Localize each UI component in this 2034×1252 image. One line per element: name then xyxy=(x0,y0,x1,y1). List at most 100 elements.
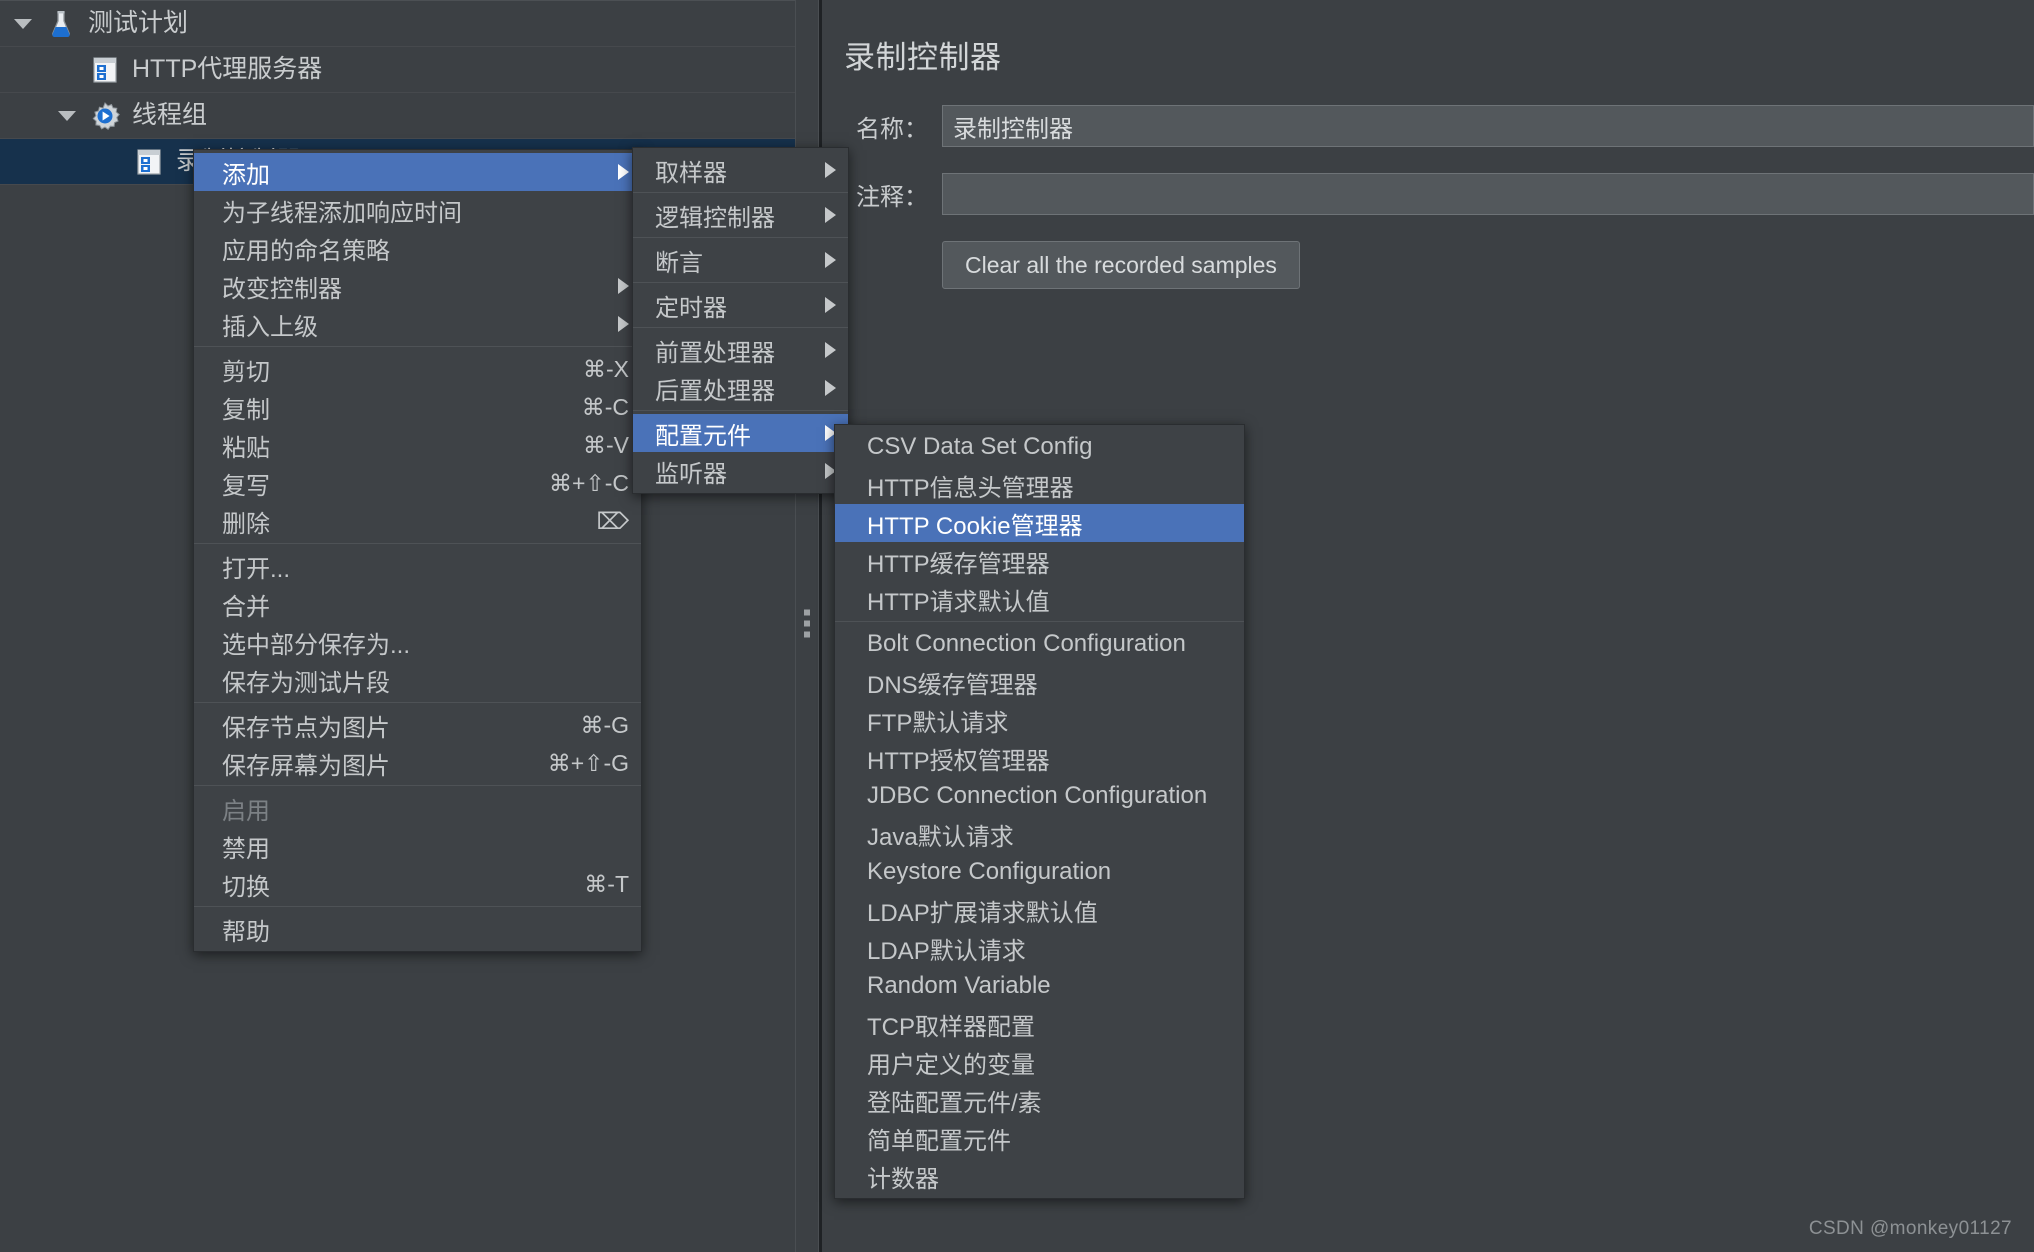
menu-item-复写[interactable]: 复写 ⌘+⇧-C xyxy=(194,464,641,502)
menu-item-label: 应用的命名策略 xyxy=(222,237,390,265)
menu-item-插入上级[interactable]: 插入上级 xyxy=(194,305,641,343)
menu-item-csv-data-set-config[interactable]: CSV Data Set Config xyxy=(835,428,1244,466)
menu-item-监听器[interactable]: 监听器 xyxy=(633,452,848,490)
node-context-menu[interactable]: 添加 为子线程添加响应时间 应用的命名策略 改变控制器 插入上级 剪切 ⌘-X 复制 ⌘-C 粘贴… xyxy=(193,149,642,952)
flask-icon xyxy=(46,9,76,39)
menu-item-帮助[interactable]: 帮助 xyxy=(194,910,641,948)
menu-item-配置元件[interactable]: 配置元件 xyxy=(633,414,848,452)
menu-section: 启用禁用 切换 ⌘-T xyxy=(194,786,641,907)
menu-item-label: 复写 xyxy=(222,472,270,500)
menu-item-http-cookie管理器[interactable]: HTTP Cookie管理器 xyxy=(835,504,1244,542)
menu-item-禁用[interactable]: 禁用 xyxy=(194,827,641,865)
menu-item-tcp取样器配置[interactable]: TCP取样器配置 xyxy=(835,1005,1244,1043)
menu-item-添加[interactable]: 添加 xyxy=(194,153,641,191)
menu-item-label: 登陆配置元件/素 xyxy=(867,1089,1042,1117)
menu-item-label: LDAP默认请求 xyxy=(867,937,1026,965)
menu-item-label: 保存屏幕为图片 xyxy=(222,752,390,780)
menu-item-dns缓存管理器[interactable]: DNS缓存管理器 xyxy=(835,663,1244,701)
menu-section: CSV Data Set Config HTTP信息头管理器 HTTP Cookie… xyxy=(835,425,1244,622)
menu-item-简单配置元件[interactable]: 简单配置元件 xyxy=(835,1119,1244,1157)
submenu-arrow-icon xyxy=(825,252,836,268)
menu-item-shortcut: ⌘+⇧-G xyxy=(547,749,629,776)
menu-item-合并[interactable]: 合并 xyxy=(194,585,641,623)
http-proxy-icon xyxy=(90,55,120,85)
menu-item-改变控制器[interactable]: 改变控制器 xyxy=(194,267,641,305)
menu-item-label: 监听器 xyxy=(655,460,727,488)
menu-item-shortcut: ⌦ xyxy=(596,507,629,534)
comment-label: 注释： xyxy=(856,183,928,211)
menu-item-选中部分保存为-[interactable]: 选中部分保存为... xyxy=(194,623,641,661)
menu-item-定时器[interactable]: 定时器 xyxy=(633,286,848,324)
splitter-grip-icon[interactable] xyxy=(804,609,810,643)
config-element-submenu[interactable]: CSV Data Set Config HTTP信息头管理器 HTTP Cookie… xyxy=(834,424,1245,1199)
menu-item-为子线程添加响应时间[interactable]: 为子线程添加响应时间 xyxy=(194,191,641,229)
menu-item-后置处理器[interactable]: 后置处理器 xyxy=(633,369,848,407)
menu-item-计数器[interactable]: 计数器 xyxy=(835,1157,1244,1195)
menu-item-保存屏幕为图片[interactable]: 保存屏幕为图片 ⌘+⇧-G xyxy=(194,744,641,782)
menu-item-复制[interactable]: 复制 ⌘-C xyxy=(194,388,641,426)
menu-item-ldap扩展请求默认值[interactable]: LDAP扩展请求默认值 xyxy=(835,891,1244,929)
menu-item-http信息头管理器[interactable]: HTTP信息头管理器 xyxy=(835,466,1244,504)
tree-node-label: HTTP代理服务器 xyxy=(132,55,323,83)
menu-item-label: 粘贴 xyxy=(222,434,270,462)
tree-node-0[interactable]: 测试计划 xyxy=(0,1,795,47)
menu-item-逻辑控制器[interactable]: 逻辑控制器 xyxy=(633,196,848,234)
menu-item-保存为测试片段[interactable]: 保存为测试片段 xyxy=(194,661,641,699)
menu-item-label: FTP默认请求 xyxy=(867,709,1009,737)
menu-item-应用的命名策略[interactable]: 应用的命名策略 xyxy=(194,229,641,267)
name-label: 名称： xyxy=(856,115,928,143)
menu-item-粘贴[interactable]: 粘贴 ⌘-V xyxy=(194,426,641,464)
menu-item-label: 打开... xyxy=(222,555,291,583)
menu-item-label: 简单配置元件 xyxy=(867,1127,1011,1155)
menu-item-label: 帮助 xyxy=(222,918,270,946)
clear-recorded-samples-button[interactable]: Clear all the recorded samples xyxy=(942,241,1300,289)
menu-item-删除[interactable]: 删除 ⌦ xyxy=(194,502,641,540)
menu-section: 定时器 xyxy=(633,283,848,328)
menu-section: Bolt Connection Configuration DNS缓存管理器 FTP… xyxy=(835,622,1244,1198)
menu-item-打开-[interactable]: 打开... xyxy=(194,547,641,585)
menu-item-label: Random Variable xyxy=(867,972,1051,999)
menu-item-shortcut: ⌘+⇧-C xyxy=(549,469,629,496)
menu-item-http请求默认值[interactable]: HTTP请求默认值 xyxy=(835,580,1244,618)
menu-item-label: LDAP扩展请求默认值 xyxy=(867,899,1098,927)
menu-item-label: HTTP请求默认值 xyxy=(867,588,1050,616)
page-title: 录制控制器 xyxy=(844,40,1002,75)
menu-item-剪切[interactable]: 剪切 ⌘-X xyxy=(194,350,641,388)
submenu-arrow-icon xyxy=(825,207,836,223)
menu-item-断言[interactable]: 断言 xyxy=(633,241,848,279)
menu-item-keystore-configuration[interactable]: Keystore Configuration xyxy=(835,853,1244,891)
menu-item-ftp默认请求[interactable]: FTP默认请求 xyxy=(835,701,1244,739)
menu-item-label: 配置元件 xyxy=(655,422,751,450)
menu-item-保存节点为图片[interactable]: 保存节点为图片 ⌘-G xyxy=(194,706,641,744)
menu-item-ldap默认请求[interactable]: LDAP默认请求 xyxy=(835,929,1244,967)
menu-item-登陆配置元件-素[interactable]: 登陆配置元件/素 xyxy=(835,1081,1244,1119)
menu-section: 取样器 xyxy=(633,148,848,193)
menu-item-shortcut: ⌘-G xyxy=(580,711,629,738)
menu-section: 剪切 ⌘-X 复制 ⌘-C 粘贴 ⌘-V 复写 ⌘+⇧-C 删除 ⌦ xyxy=(194,347,641,544)
name-input[interactable] xyxy=(942,105,2034,147)
menu-item-label: 复制 xyxy=(222,396,270,424)
watermark: CSDN @monkey01127 xyxy=(1808,1218,2012,1239)
menu-item-启用: 启用 xyxy=(194,789,641,827)
tree-node-2[interactable]: 线程组 xyxy=(0,93,795,139)
menu-item-http授权管理器[interactable]: HTTP授权管理器 xyxy=(835,739,1244,777)
menu-item-用户定义的变量[interactable]: 用户定义的变量 xyxy=(835,1043,1244,1081)
menu-item-http缓存管理器[interactable]: HTTP缓存管理器 xyxy=(835,542,1244,580)
menu-section: 断言 xyxy=(633,238,848,283)
menu-item-random-variable[interactable]: Random Variable xyxy=(835,967,1244,1005)
tree-node-1[interactable]: HTTP代理服务器 xyxy=(0,47,795,93)
menu-item-label: 选中部分保存为... xyxy=(222,631,411,659)
add-submenu[interactable]: 取样器逻辑控制器断言定时器前置处理器 后置处理器配置元件监听器 xyxy=(632,147,849,494)
menu-item-label: 禁用 xyxy=(222,835,270,863)
expand-toggle-icon[interactable] xyxy=(44,110,90,121)
menu-item-jdbc-connection-configuration[interactable]: JDBC Connection Configuration xyxy=(835,777,1244,815)
menu-item-bolt-connection-configuration[interactable]: Bolt Connection Configuration xyxy=(835,625,1244,663)
menu-item-前置处理器[interactable]: 前置处理器 xyxy=(633,331,848,369)
comment-input[interactable] xyxy=(942,173,2034,215)
menu-item-切换[interactable]: 切换 ⌘-T xyxy=(194,865,641,903)
tree-node-label: 线程组 xyxy=(132,101,208,129)
expand-toggle-icon[interactable] xyxy=(0,18,46,29)
menu-item-取样器[interactable]: 取样器 xyxy=(633,151,848,189)
menu-item-java默认请求[interactable]: Java默认请求 xyxy=(835,815,1244,853)
menu-section: 添加 为子线程添加响应时间应用的命名策略 改变控制器 插入上级 xyxy=(194,150,641,347)
